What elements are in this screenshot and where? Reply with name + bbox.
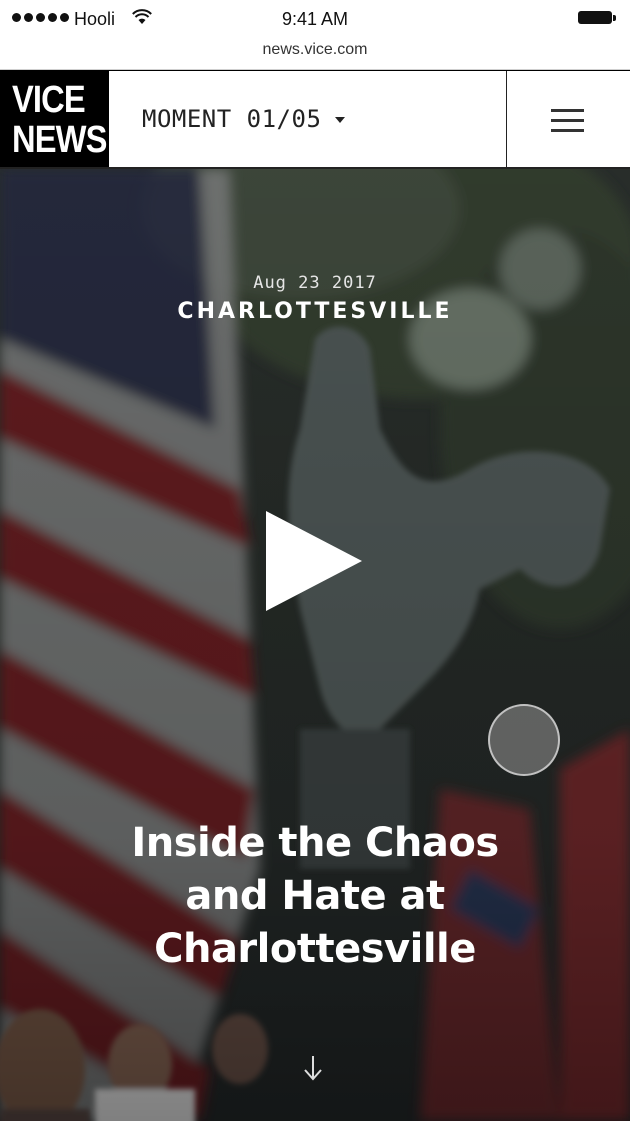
status-time: 9:41 AM <box>281 9 349 29</box>
story-location: CHARLOTTESVILLE <box>177 299 453 324</box>
address-bar-url[interactable]: news.vice.com <box>0 41 630 59</box>
headline-line-3: Charlottesville <box>154 926 476 972</box>
battery-icon <box>578 11 616 24</box>
moment-label: MOMENT 01/05 <box>142 105 322 133</box>
story-date: Aug 23 2017 <box>253 273 377 293</box>
headline-line-1: Inside the Chaos <box>131 820 499 866</box>
moment-selector[interactable]: MOMENT 01/05 <box>142 105 346 133</box>
hamburger-icon <box>551 109 584 139</box>
logo-line-vice: VICE <box>12 79 86 121</box>
play-icon[interactable] <box>260 509 370 613</box>
menu-button[interactable] <box>507 71 628 167</box>
browser-status-bar: Hooli 9:41 AM news.vice.com <box>0 0 630 70</box>
logo-line-news: NEWS <box>12 119 107 161</box>
caret-down-icon <box>335 117 346 123</box>
story-headline[interactable]: Inside the Chaos and Hate at Charlottesv… <box>60 817 570 976</box>
vice-news-logo[interactable]: VICE NEWS <box>0 71 109 167</box>
arrow-down-icon[interactable] <box>300 1053 326 1083</box>
hero-video[interactable]: Aug 23 2017 CHARLOTTESVILLE Inside the C… <box>0 169 630 1121</box>
headline-line-2: and Hate at <box>185 873 445 919</box>
site-header: VICE NEWS MOMENT 01/05 <box>0 71 630 169</box>
touch-indicator <box>488 704 560 776</box>
